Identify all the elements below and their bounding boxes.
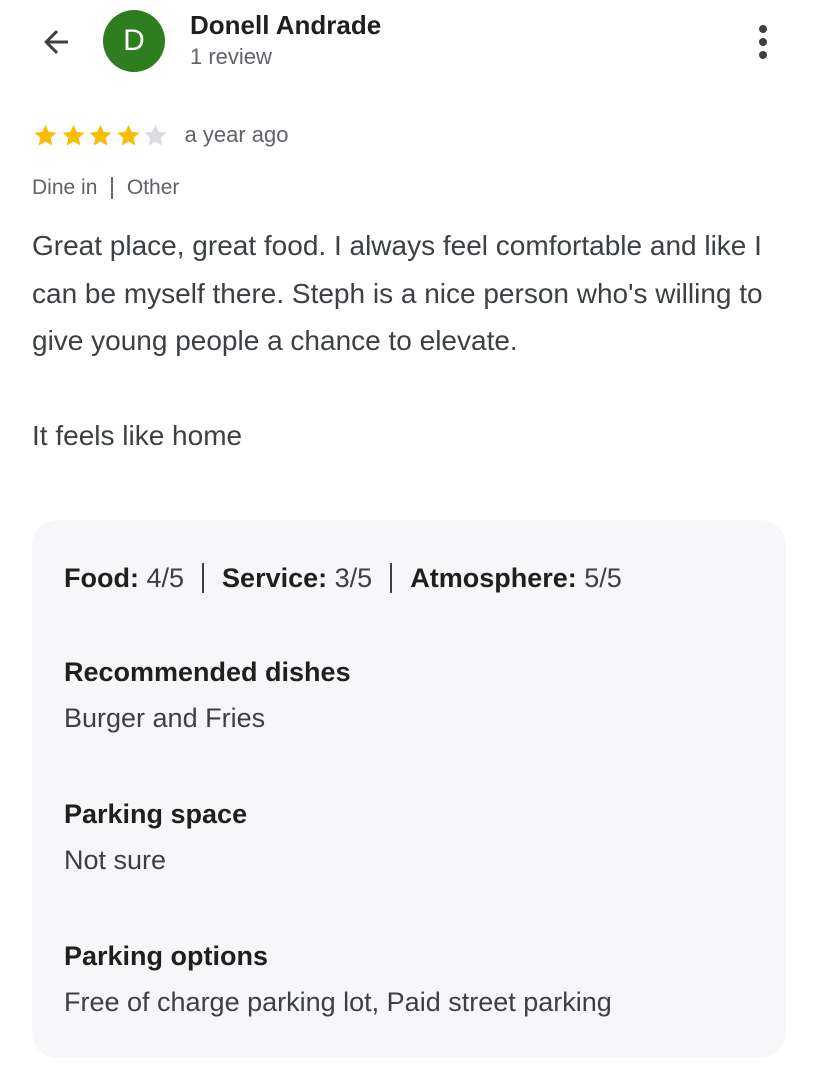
review-paragraph: Great place, great food. I always feel c… [32, 230, 763, 356]
star-filled-icon [89, 124, 112, 146]
more-vertical-icon [759, 25, 767, 59]
review-detail-page: D Donell Andrade 1 review a year ago Din… [0, 0, 818, 1080]
rating-divider [390, 563, 393, 593]
review-header: D Donell Andrade 1 review [0, 0, 818, 90]
service-rating-value: 3/5 [334, 562, 373, 593]
atmosphere-rating-value: 5/5 [584, 562, 622, 593]
recommended-dishes-value: Burger and Fries [64, 703, 266, 733]
parking-space-title: Parking space [64, 799, 248, 829]
service-rating-label: Service [222, 562, 319, 593]
recommended-dishes-title: Recommended dishes [64, 657, 351, 687]
service-rating-colon: : [318, 562, 328, 593]
avatar-letter: D [123, 24, 145, 57]
star-filled-icon [61, 124, 85, 146]
more-options-button[interactable] [744, 18, 782, 66]
tag-other: Other [126, 176, 180, 199]
parking-space-section: Parking space Not sure [64, 792, 247, 884]
rating-row: a year ago [32, 118, 288, 152]
visit-tags: Dine in Other [32, 174, 179, 202]
review-time: a year ago [184, 122, 289, 147]
arrow-left-icon [44, 30, 68, 54]
avatar[interactable]: D [103, 10, 165, 72]
star-filled-icon [116, 124, 140, 146]
star-empty-icon [144, 124, 167, 146]
tag-dine-in: Dine in [32, 176, 98, 199]
review-paragraph: It feels like home [32, 420, 243, 451]
food-rating-colon: : [129, 562, 139, 593]
star-filled-icon [34, 124, 57, 146]
reviewer-name[interactable]: Donell Andrade [190, 10, 381, 41]
parking-options-value: Free of charge parking lot, Paid street … [64, 987, 612, 1017]
tag-divider [111, 177, 113, 199]
atmosphere-rating-colon: : [567, 562, 577, 593]
star-rating [32, 122, 170, 149]
atmosphere-rating-label: Atmosphere [410, 562, 568, 593]
review-count: 1 review [190, 44, 272, 69]
review-body: Great place, great food. I always feel c… [32, 222, 792, 460]
food-rating-label: Food [64, 562, 130, 593]
rating-divider [202, 563, 205, 593]
parking-options-section: Parking options Free of charge parking l… [64, 934, 612, 1026]
parking-options-title: Parking options [64, 941, 269, 971]
parking-space-value: Not sure [64, 845, 167, 875]
review-details-card: Food: 4/5 Service: 3/5 Atmosphere: 5/5 R… [32, 520, 786, 1058]
food-rating-value: 4/5 [146, 562, 185, 593]
back-button[interactable] [34, 22, 78, 62]
recommended-dishes-section: Recommended dishes Burger and Fries [64, 650, 351, 742]
sub-ratings: Food: 4/5 Service: 3/5 Atmosphere: 5/5 [64, 558, 622, 598]
